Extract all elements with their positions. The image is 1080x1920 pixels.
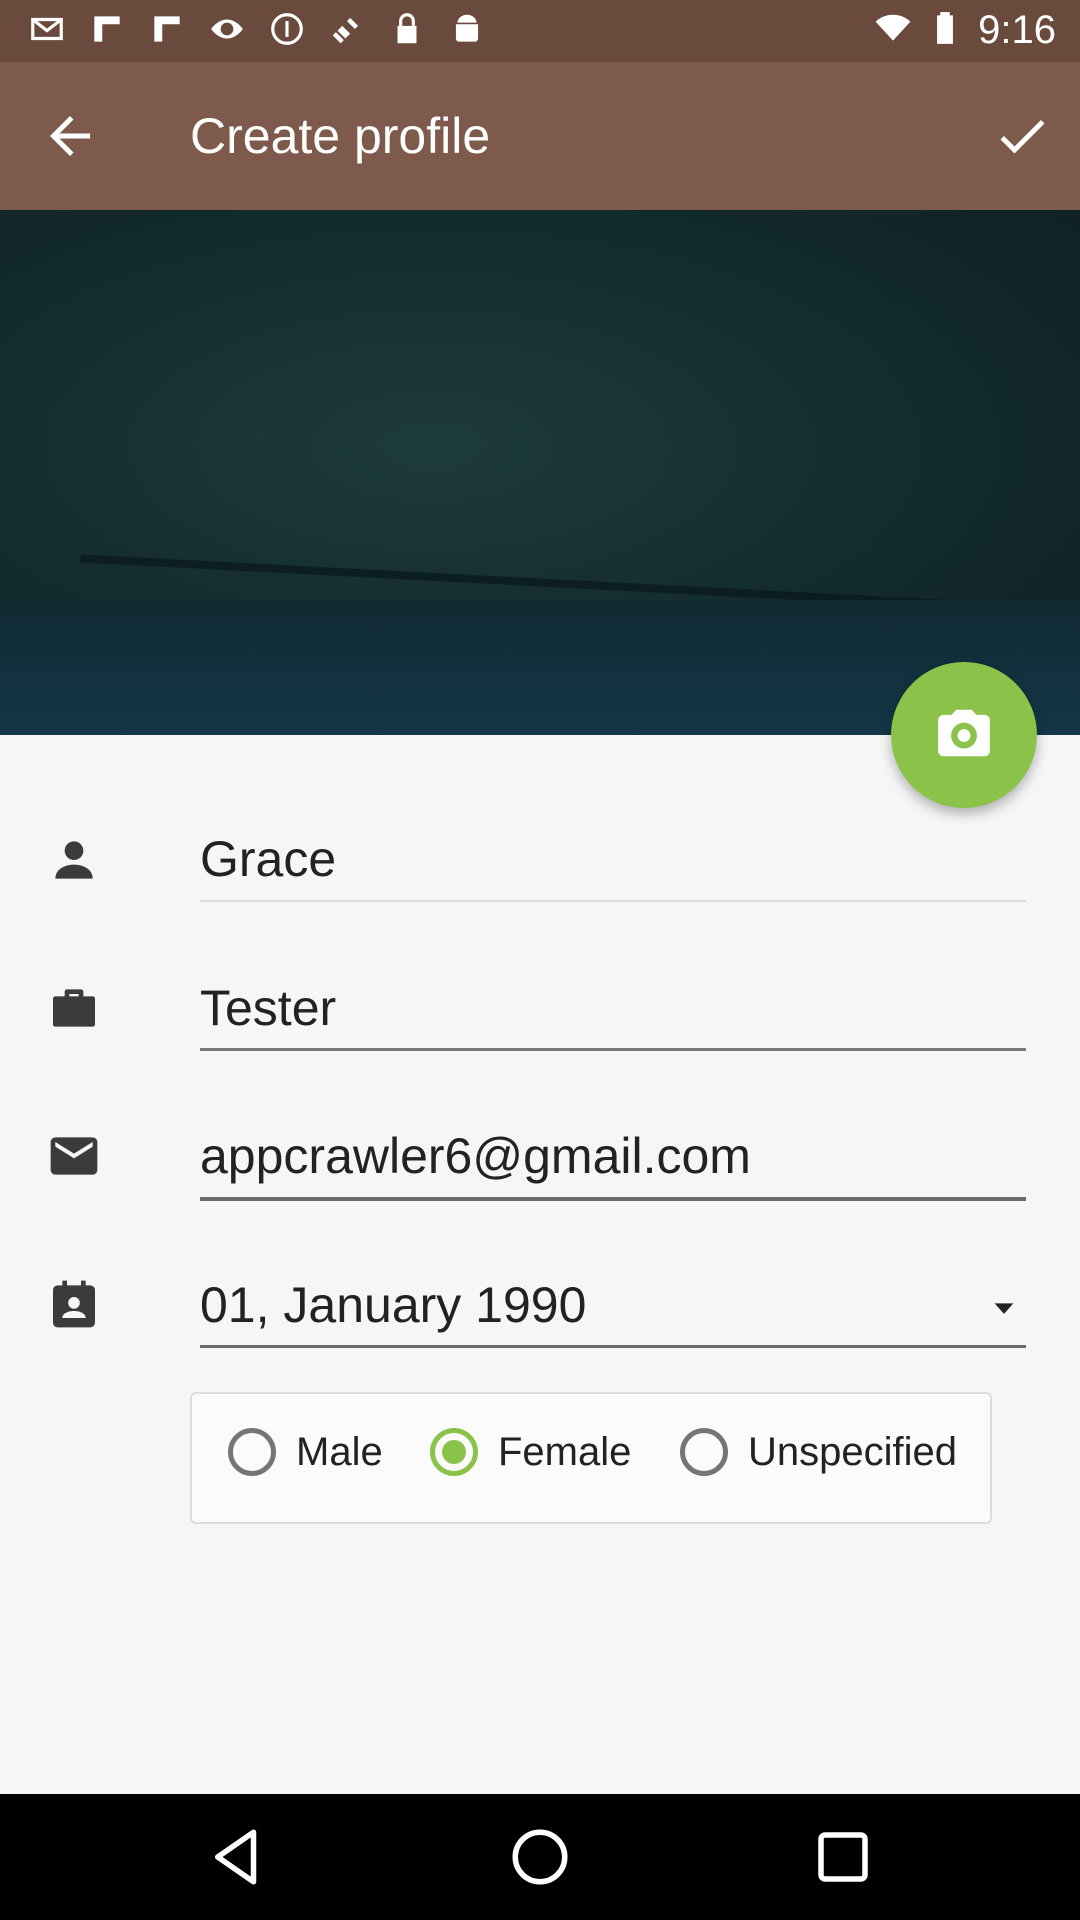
battery-icon <box>926 8 964 53</box>
gender-radio-group: Male Female Unspecified <box>190 1392 992 1524</box>
lock-icon <box>388 10 426 53</box>
profile-photo <box>0 210 1080 735</box>
arrow-back-icon <box>40 116 100 170</box>
app-bar: Create profile <box>0 62 1080 210</box>
wifi-icon <box>874 8 912 53</box>
chevron-down-icon[interactable] <box>990 1294 1018 1322</box>
satellite-icon <box>328 10 366 53</box>
nav-back-button[interactable] <box>204 1824 270 1890</box>
email-field-underline <box>200 1197 1026 1201</box>
android-icon <box>448 10 486 53</box>
notification-icons <box>28 10 486 53</box>
briefcase-icon <box>46 980 102 1036</box>
back-button[interactable] <box>40 106 100 166</box>
nav-recents-button[interactable] <box>810 1824 876 1890</box>
radio-unchecked-icon <box>680 1428 728 1476</box>
check-icon <box>992 120 1052 170</box>
name-field-underline <box>200 900 1026 902</box>
person-icon <box>46 832 102 888</box>
mail-icon <box>46 1128 102 1184</box>
status-bar: 9:16 <box>0 0 1080 62</box>
save-button[interactable] <box>992 106 1052 166</box>
birthdate-dropdown[interactable]: 01, January 1990 <box>200 1270 1026 1340</box>
system-status: 9:16 <box>874 8 1056 53</box>
occupation-field-underline <box>200 1048 1026 1051</box>
radio-unchecked-icon <box>228 1428 276 1476</box>
gender-option-label: Male <box>296 1429 383 1474</box>
clock: 9:16 <box>978 8 1056 52</box>
camera-icon <box>933 702 995 769</box>
flipboard-icon <box>148 10 186 53</box>
gender-option-male[interactable]: Male <box>228 1428 383 1476</box>
square-recents-icon <box>810 1832 876 1894</box>
email-field[interactable] <box>200 1121 1026 1191</box>
triangle-back-icon <box>204 1829 270 1894</box>
gender-option-label: Unspecified <box>748 1429 958 1474</box>
nav-home-button[interactable] <box>507 1824 573 1890</box>
circle-home-icon <box>507 1829 573 1894</box>
page-title: Create profile <box>190 108 491 164</box>
gender-option-female[interactable]: Female <box>430 1428 631 1476</box>
contact-calendar-icon <box>46 1276 102 1332</box>
gender-option-label: Female <box>498 1429 632 1474</box>
navigation-bar <box>0 1794 1080 1920</box>
occupation-field[interactable] <box>200 973 1026 1043</box>
name-field[interactable] <box>200 824 1026 894</box>
radio-checked-icon <box>430 1428 478 1476</box>
change-photo-button[interactable] <box>891 662 1037 808</box>
birthdate-underline <box>200 1345 1026 1348</box>
info-icon <box>268 10 306 53</box>
eye-icon <box>208 10 246 53</box>
gender-option-unspecified[interactable]: Unspecified <box>680 1428 957 1476</box>
flipboard-icon <box>88 10 126 53</box>
mail-icon <box>28 10 66 53</box>
